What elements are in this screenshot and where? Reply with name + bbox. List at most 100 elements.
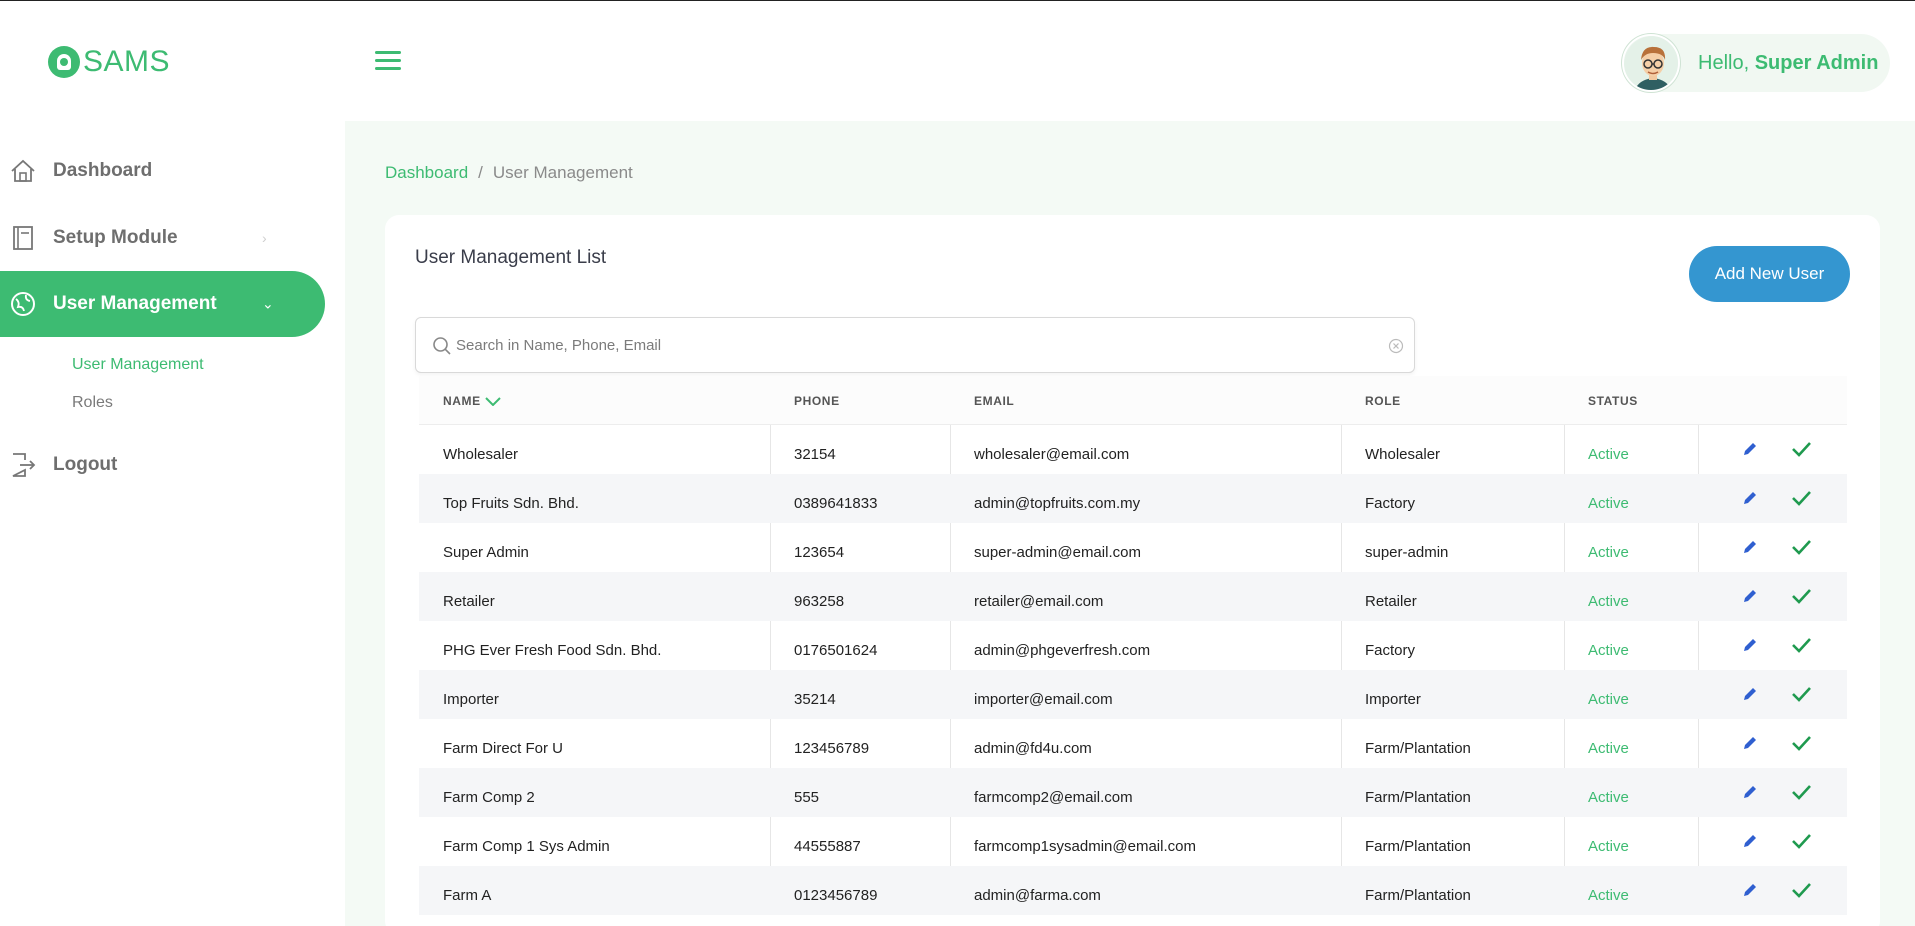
- cell-status: Active: [1588, 887, 1629, 904]
- check-icon[interactable]: [1790, 733, 1812, 753]
- cell-name: Farm A: [443, 887, 492, 904]
- breadcrumb: Dashboard / User Management: [385, 163, 633, 183]
- breadcrumb-separator: /: [478, 163, 483, 182]
- chevron-down-icon: ⌄: [262, 295, 274, 312]
- check-icon[interactable]: [1790, 439, 1812, 459]
- check-icon[interactable]: [1790, 586, 1812, 606]
- cell-email: admin@topfruits.com.my: [974, 495, 1141, 512]
- edit-icon[interactable]: [1740, 733, 1760, 753]
- cell-name: Wholesaler: [443, 446, 519, 463]
- cell-name: Farm Direct For U: [443, 740, 563, 757]
- card-title: User Management List: [415, 247, 607, 268]
- column-header-status[interactable]: STATUS: [1588, 376, 1638, 425]
- column-header-role[interactable]: ROLE: [1365, 376, 1401, 425]
- edit-icon[interactable]: [1740, 831, 1760, 851]
- cell-phone: 123654: [794, 544, 845, 561]
- edit-icon[interactable]: [1740, 586, 1760, 606]
- edit-icon[interactable]: [1740, 439, 1760, 459]
- app-name: SAMS: [83, 45, 171, 78]
- cell-phone: 0176501624: [794, 642, 878, 659]
- search-box: [415, 317, 1415, 373]
- sidebar-item-user-management[interactable]: User Management ⌄: [0, 271, 325, 337]
- cell-status: Active: [1588, 789, 1629, 806]
- clear-search-icon[interactable]: [1388, 338, 1404, 354]
- add-new-user-button[interactable]: Add New User: [1689, 246, 1850, 302]
- check-icon[interactable]: [1790, 488, 1812, 508]
- check-icon[interactable]: [1790, 880, 1812, 900]
- table-row: Farm Comp 2 555 farmcomp2@email.com Farm/Pl…: [419, 768, 1847, 817]
- cell-email: admin@fd4u.com: [974, 740, 1092, 757]
- edit-icon[interactable]: [1740, 880, 1760, 900]
- greeting-text: Hello, Super Admin: [1698, 51, 1879, 74]
- cell-status: Active: [1588, 642, 1629, 659]
- cell-status: Active: [1588, 544, 1629, 561]
- sidebar-item-label: Setup Module: [53, 227, 178, 248]
- cell-role: Farm/Plantation: [1365, 887, 1471, 904]
- cell-email: farmcomp1sysadmin@email.com: [974, 838, 1196, 855]
- table-body: Wholesaler 32154 wholesaler@email.com Whole…: [419, 425, 1847, 915]
- cell-name: Top Fruits Sdn. Bhd.: [443, 495, 579, 512]
- cell-name: Importer: [443, 691, 499, 708]
- cell-email: farmcomp2@email.com: [974, 789, 1133, 806]
- sort-desc-icon: [485, 396, 501, 406]
- logo-icon: [48, 46, 80, 78]
- sidebar-subitem-roles[interactable]: Roles: [72, 394, 113, 412]
- top-header: SAMS Hello, Super Admin: [0, 1, 1915, 121]
- sidebar-item-logout[interactable]: Logout: [0, 432, 325, 498]
- search-icon: [433, 337, 451, 355]
- check-icon[interactable]: [1790, 831, 1812, 851]
- check-icon[interactable]: [1790, 635, 1812, 655]
- cell-phone: 0389641833: [794, 495, 878, 512]
- cell-role: Farm/Plantation: [1365, 789, 1471, 806]
- cell-name: Super Admin: [443, 544, 529, 561]
- table-row: Retailer 963258 retailer@email.com Retailer…: [419, 572, 1847, 621]
- user-name: Super Admin: [1754, 51, 1879, 74]
- cell-phone: 32154: [794, 446, 836, 463]
- edit-icon[interactable]: [1740, 488, 1760, 508]
- cell-name: PHG Ever Fresh Food Sdn. Bhd.: [443, 642, 662, 659]
- table-row: Super Admin 123654 super-admin@email.com su…: [419, 523, 1847, 572]
- edit-icon[interactable]: [1740, 537, 1760, 557]
- cell-email: admin@phgeverfresh.com: [974, 642, 1151, 659]
- column-header-phone[interactable]: PHONE: [794, 376, 840, 425]
- user-list-card: User Management List Add New User NAM: [385, 215, 1880, 926]
- sidebar-subitem-user-management[interactable]: User Management: [72, 356, 204, 374]
- table-row: PHG Ever Fresh Food Sdn. Bhd. 0176501624 a…: [419, 621, 1847, 670]
- cell-name: Farm Comp 1 Sys Admin: [443, 838, 610, 855]
- table-row: Farm Direct For U 123456789 admin@fd4u.com…: [419, 719, 1847, 768]
- column-header-email[interactable]: EMAIL: [974, 376, 1014, 425]
- user-profile-menu[interactable]: Hello, Super Admin: [1622, 34, 1890, 92]
- cell-email: super-admin@email.com: [974, 544, 1141, 561]
- globe-icon: [11, 292, 35, 316]
- menu-toggle-icon[interactable]: [375, 49, 403, 73]
- edit-icon[interactable]: [1740, 635, 1760, 655]
- sidebar-item-setup-module[interactable]: Setup Module ›: [0, 205, 325, 271]
- check-icon[interactable]: [1790, 537, 1812, 557]
- cell-name: Farm Comp 2: [443, 789, 535, 806]
- cell-role: Farm/Plantation: [1365, 838, 1471, 855]
- cell-role: Retailer: [1365, 593, 1417, 610]
- table-row: Importer 35214 importer@email.com Importer A…: [419, 670, 1847, 719]
- cell-role: Factory: [1365, 495, 1416, 512]
- home-icon: [11, 159, 35, 182]
- cell-role: super-admin: [1365, 544, 1449, 561]
- edit-icon[interactable]: [1740, 782, 1760, 802]
- cell-phone: 555: [794, 789, 820, 806]
- edit-icon[interactable]: [1740, 684, 1760, 704]
- breadcrumb-home-link[interactable]: Dashboard: [385, 163, 468, 183]
- table-header: NAME PHONE EMAIL ROLE STATUS: [419, 376, 1847, 425]
- check-icon[interactable]: [1790, 782, 1812, 802]
- sidebar-item-label: Dashboard: [53, 160, 153, 181]
- sidebar-item-dashboard[interactable]: Dashboard: [0, 138, 325, 204]
- check-icon[interactable]: [1790, 684, 1812, 704]
- cell-status: Active: [1588, 446, 1629, 463]
- app-logo[interactable]: SAMS: [48, 45, 170, 79]
- sidebar-item-label: User Management: [53, 293, 217, 314]
- breadcrumb-current: User Management: [492, 163, 633, 182]
- column-header-name[interactable]: NAME: [443, 376, 501, 425]
- cell-status: Active: [1588, 740, 1629, 757]
- cell-status: Active: [1588, 495, 1629, 512]
- cell-role: Factory: [1365, 642, 1416, 659]
- cell-role: Importer: [1365, 691, 1421, 708]
- search-input[interactable]: [456, 328, 1356, 362]
